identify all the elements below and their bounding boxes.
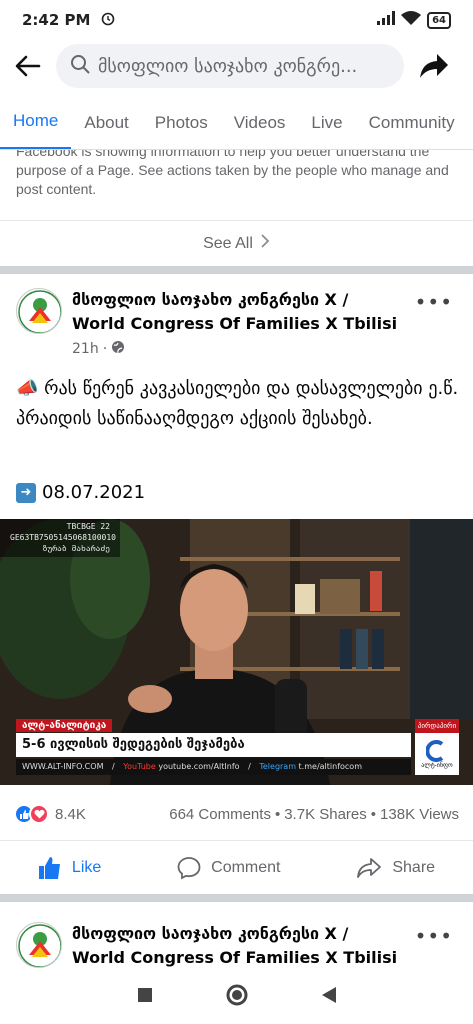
share-button[interactable]: Share <box>356 857 435 879</box>
share-page-button[interactable] <box>404 40 464 92</box>
comment-icon <box>177 856 201 880</box>
home-button[interactable] <box>226 984 248 1010</box>
post-time[interactable]: 21h <box>72 341 99 357</box>
next-page-name[interactable]: მსოფლიო საოჯახო კონგრესი X / World Congr… <box>72 922 417 970</box>
like-label: Like <box>71 858 102 876</box>
post-header: მსოფლიო საოჯახო კონგრესი X / World Congr… <box>0 288 473 368</box>
triangle-back-icon <box>321 987 336 1003</box>
page-name-line2: World Congress Of Families X Tbilisi <box>72 314 398 333</box>
share-label: Share <box>392 858 436 876</box>
love-reaction-icon <box>29 804 49 824</box>
search-icon <box>70 54 90 78</box>
tab-community[interactable]: Community <box>356 96 468 149</box>
next-post-header: მსოფლიო საოჯახო კონგრესი X / World Congr… <box>0 922 473 970</box>
battery-indicator: 64 <box>427 11 451 29</box>
chevron-right-icon <box>261 234 270 253</box>
engagement-counts: 664 Comments • 3.7K Shares • 138K Views <box>169 805 459 823</box>
info-text: purpose of a Page. See actions taken by … <box>16 162 449 197</box>
video-headline: 5-6 ივლისის შედეგების შეჯამება <box>16 733 411 757</box>
tab-photos[interactable]: Photos <box>142 96 221 149</box>
page-name-line1: მსოფლიო საოჯახო კონგრესი X / <box>72 290 349 309</box>
reactions-summary[interactable]: 8.4K <box>14 804 86 824</box>
info-partial-line: Facebook is showing information to help … <box>16 150 430 159</box>
post-text: 📣 რას წერენ კავკასიელები და დასავლელები … <box>16 378 459 429</box>
tab-videos[interactable]: Videos <box>221 96 299 149</box>
search-input[interactable]: მსოფლიო საოჯახო კონგრე... <box>56 44 404 88</box>
system-nav-bar <box>0 970 473 1024</box>
post-stats: 8.4K 664 Comments • 3.7K Shares • 138K V… <box>0 795 473 833</box>
comment-label: Comment <box>211 858 281 876</box>
views-count: 138K Views <box>380 805 459 823</box>
video-ticker: WWW.ALT-INFO.COM / YouTube youtube.com/A… <box>16 759 411 775</box>
circle-icon <box>226 984 247 1006</box>
post-date-line: ➜ 08.07.2021 <box>16 482 145 503</box>
comment-button[interactable]: Comment <box>177 856 281 880</box>
top-bar: მსოფლიო საოჯახო კონგრე... <box>0 40 473 92</box>
recents-button[interactable] <box>137 987 153 1007</box>
reactions-count: 8.4K <box>55 805 86 823</box>
video-tag: ალტ-ანალიტიკა <box>16 719 113 732</box>
tab-about[interactable]: About <box>71 96 141 149</box>
section-divider <box>0 266 473 274</box>
globe-icon <box>111 340 125 358</box>
search-query: მსოფლიო საოჯახო კონგრე... <box>98 55 358 77</box>
thumbs-up-icon <box>38 856 60 879</box>
back-nav-button[interactable] <box>321 986 337 1008</box>
post-actions: Like Comment Share <box>0 840 473 894</box>
alt-info-logo: ალტ-ინფო <box>415 733 459 775</box>
page-transparency-info: Facebook is showing information to help … <box>0 150 473 220</box>
share-icon <box>357 857 382 878</box>
status-bar: 2:42 PM 64 <box>0 0 473 40</box>
alt-info-logo-icon <box>426 739 444 762</box>
tab-home[interactable]: Home <box>0 96 72 149</box>
page-tabs: Home About Photos Videos Live Community <box>0 96 473 150</box>
square-icon <box>137 988 152 1002</box>
post-date: 08.07.2021 <box>42 482 146 503</box>
wifi-icon <box>401 10 422 30</box>
more-options-button[interactable]: ••• <box>415 290 453 314</box>
page-name[interactable]: მსოფლიო საოჯახო კონგრესი X / World Congr… <box>72 288 417 336</box>
comments-count[interactable]: 664 Comments <box>169 806 271 823</box>
next-page-name-line2: World Congress Of Families X Tbilisi <box>72 948 398 967</box>
signal-icon <box>377 11 396 29</box>
next-page-name-line1: მსოფლიო საოჯახო კონგრესი X / <box>72 924 349 943</box>
like-button[interactable]: Like <box>38 856 101 880</box>
post-meta: 21h · <box>72 340 125 358</box>
section-divider <box>0 894 473 902</box>
video-player[interactable]: TBCBGE 22 GE63TB7505145068100010 ზურაბ მ… <box>0 519 473 785</box>
share-arrow-icon <box>420 54 448 78</box>
alarm-icon <box>100 10 116 30</box>
see-all-label: See All <box>203 234 253 252</box>
next-more-options-button[interactable]: ••• <box>415 924 453 948</box>
back-arrow-icon <box>15 55 41 77</box>
back-button[interactable] <box>0 40 56 92</box>
page-avatar[interactable] <box>16 288 62 334</box>
status-time: 2:42 PM <box>22 11 91 29</box>
see-all-button[interactable]: See All <box>0 220 473 266</box>
shares-count[interactable]: 3.7K Shares <box>284 806 367 823</box>
bank-details: TBCBGE 22 GE63TB7505145068100010 ზურაბ მ… <box>10 522 116 553</box>
next-page-avatar[interactable] <box>16 922 62 968</box>
tab-live[interactable]: Live <box>298 96 355 149</box>
live-badge: პირდაპირი <box>415 719 459 733</box>
arrow-right-icon: ➜ <box>16 482 36 503</box>
